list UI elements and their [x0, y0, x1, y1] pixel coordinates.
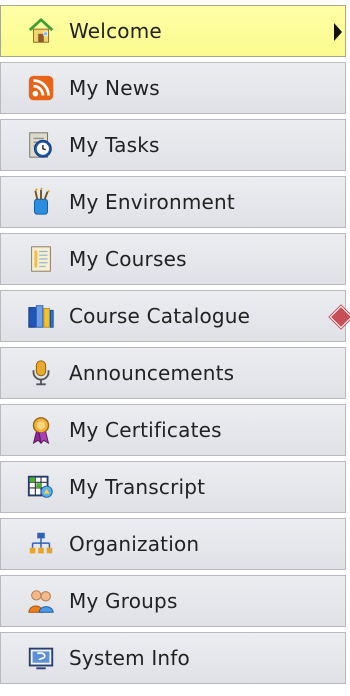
rss-icon — [25, 72, 57, 104]
sidebar-menu: Welcome My News My Tasks My Environment … — [0, 5, 350, 689]
sidebar-item-my-certificates[interactable]: My Certificates — [0, 404, 346, 456]
paint-brush-icon — [25, 186, 57, 218]
sidebar-item-label: My News — [69, 76, 160, 100]
sidebar-item-label: Announcements — [69, 361, 235, 385]
system-info-icon — [25, 642, 57, 674]
sidebar-item-label: My Courses — [69, 247, 187, 271]
sidebar-item-my-courses[interactable]: My Courses — [0, 233, 346, 285]
clock-icon — [25, 129, 57, 161]
spreadsheet-icon — [25, 471, 57, 503]
org-chart-icon — [25, 528, 57, 560]
sidebar-item-label: My Tasks — [69, 133, 160, 157]
sidebar-item-my-environment[interactable]: My Environment — [0, 176, 346, 228]
sidebar-item-label: My Environment — [69, 190, 235, 214]
sidebar-item-system-info[interactable]: System Info — [0, 632, 346, 684]
sidebar-item-my-news[interactable]: My News — [0, 62, 346, 114]
home-icon — [25, 15, 57, 47]
sidebar-item-label: Welcome — [69, 19, 162, 43]
document-icon — [25, 243, 57, 275]
sidebar-item-my-tasks[interactable]: My Tasks — [0, 119, 346, 171]
sidebar-item-label: System Info — [69, 646, 190, 670]
sidebar-item-label: My Groups — [69, 589, 178, 613]
sidebar-item-welcome[interactable]: Welcome — [0, 5, 346, 57]
sidebar-item-label: My Transcript — [69, 475, 206, 499]
books-icon — [25, 300, 57, 332]
sidebar-item-label: Organization — [69, 532, 200, 556]
sidebar-item-my-transcript[interactable]: My Transcript — [0, 461, 346, 513]
active-indicator-arrow-icon — [334, 23, 342, 41]
sidebar-item-announcements[interactable]: Announcements — [0, 347, 346, 399]
microphone-icon — [25, 357, 57, 389]
sidebar-item-label: Course Catalogue — [69, 304, 251, 328]
sidebar-item-organization[interactable]: Organization — [0, 518, 346, 570]
users-icon — [25, 585, 57, 617]
sidebar-item-course-catalogue[interactable]: Course Catalogue — [0, 290, 350, 342]
sidebar-item-label: My Certificates — [69, 418, 222, 442]
sidebar-item-my-groups[interactable]: My Groups — [0, 575, 346, 627]
award-ribbon-icon — [25, 414, 57, 446]
edge-marker-icon — [329, 305, 350, 329]
